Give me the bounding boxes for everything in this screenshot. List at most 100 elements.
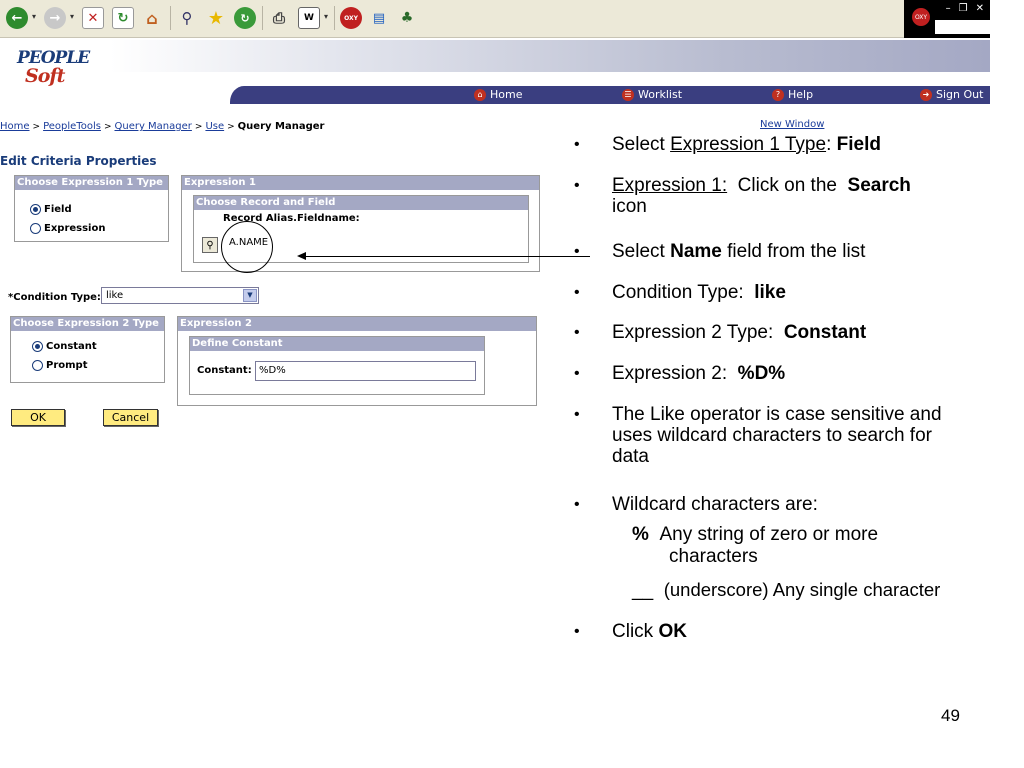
ok-button[interactable]: OK — [11, 409, 65, 426]
right-margin — [990, 0, 1024, 768]
restore-icon[interactable]: ❐ — [959, 3, 968, 14]
breadcrumb-separator: > — [194, 122, 203, 132]
bullet-marker: • — [574, 243, 580, 260]
close-icon[interactable]: ✕ — [976, 3, 984, 14]
bullet-text-line-2: uses wildcard characters to search for — [612, 425, 932, 446]
new-window-link[interactable]: New Window — [760, 119, 824, 130]
wildcard-percent-line-2: characters — [669, 546, 758, 567]
edit-dropdown-icon[interactable]: ▾ — [324, 12, 328, 21]
radio-field[interactable]: Field — [30, 204, 72, 215]
bullet-text-mid: : — [826, 134, 837, 155]
worklist-icon: ☰ — [622, 88, 634, 101]
nav-worklist-label: Worklist — [638, 88, 683, 101]
choose-record-field-heading: Choose Record and Field — [194, 196, 528, 210]
chevron-down-icon[interactable]: ▼ — [243, 289, 257, 302]
bullet-marker: • — [574, 177, 580, 194]
wildcard-percent-symbol: % — [632, 524, 649, 545]
constant-input[interactable]: %D% — [255, 361, 476, 381]
radio-constant[interactable]: Constant — [32, 341, 97, 352]
radio-field-dot[interactable] — [30, 204, 41, 215]
bullet-marker: • — [574, 623, 580, 640]
breadcrumb-query-manager[interactable]: Query Manager — [114, 121, 191, 132]
tool-icon[interactable]: ▤ — [368, 7, 390, 29]
bullet-text: Select Name field from the list — [612, 241, 1016, 262]
expression-2-type-heading: Choose Expression 2 Type — [11, 317, 164, 331]
page-title: Edit Criteria Properties — [0, 154, 157, 168]
radio-prompt[interactable]: Prompt — [32, 360, 88, 371]
pointer-arrow-head — [297, 252, 306, 260]
bullet-marker: • — [574, 136, 580, 153]
back-dropdown-icon[interactable]: ▾ — [32, 12, 36, 21]
bullet-marker: • — [574, 496, 580, 513]
forward-dropdown-icon[interactable]: ▾ — [70, 12, 74, 21]
nav-sign-out-label: Sign Out — [936, 88, 984, 101]
condition-type-select[interactable]: like ▼ — [101, 287, 259, 304]
bullet-text-bold: %D% — [737, 363, 786, 384]
constant-label: Constant: — [197, 365, 252, 376]
radio-prompt-dot[interactable] — [32, 360, 43, 371]
bullet-text-bold: Field — [836, 134, 881, 155]
nav-help-label: Help — [788, 88, 814, 101]
nav-worklist[interactable]: ☰ Worklist — [622, 88, 682, 101]
history-icon[interactable]: ↻ — [234, 7, 256, 29]
toolbar-separator — [262, 6, 263, 30]
share-icon[interactable]: ♣ — [396, 7, 418, 29]
logo-line-2: Soft — [25, 65, 65, 87]
bullet-marker: • — [574, 365, 580, 382]
print-icon[interactable]: ⎙ — [268, 7, 290, 29]
bullet-text-mid: Click on the — [727, 175, 848, 196]
radio-expression-dot[interactable] — [30, 223, 41, 234]
home-icon[interactable]: ⌂ — [141, 7, 163, 29]
stop-icon[interactable]: ✕ — [82, 7, 104, 29]
breadcrumb-peopletools[interactable]: PeopleTools — [43, 121, 101, 132]
breadcrumb-current: Query Manager — [237, 121, 325, 132]
wildcard-underscore: __ (underscore) Any single character — [632, 579, 940, 602]
radio-prompt-label: Prompt — [46, 360, 88, 371]
oxy-logo-icon: OXY — [912, 8, 930, 26]
breadcrumb-home[interactable]: Home — [0, 121, 30, 132]
pointer-arrow-line — [300, 256, 590, 257]
page-number: 49 — [941, 706, 960, 725]
breadcrumb-separator: > — [32, 122, 41, 132]
bullet-text: Expression 2 Type: Constant — [612, 322, 1016, 343]
forward-icon[interactable]: → — [44, 7, 66, 29]
toolbar-separator — [334, 6, 335, 30]
field-search-button[interactable]: ⚲ — [202, 237, 218, 253]
nav-sign-out[interactable]: ➜ Sign Out — [920, 88, 983, 101]
condition-type-label: *Condition Type: — [8, 292, 101, 303]
radio-expression[interactable]: Expression — [30, 223, 105, 234]
oxy-icon[interactable]: OXY — [340, 7, 362, 29]
breadcrumb-use[interactable]: Use — [205, 121, 224, 132]
breadcrumb: Home > PeopleTools > Query Manager > Use > Query… — [0, 121, 324, 132]
help-icon: ? — [772, 88, 784, 101]
bullet-text-bold: OK — [658, 621, 687, 642]
wildcard-underscore-text: (underscore) Any single character — [663, 579, 941, 600]
bullet-marker: • — [574, 324, 580, 341]
wildcard-underscore-symbol: __ — [632, 580, 654, 601]
nav-home[interactable]: ⌂ Home — [474, 88, 522, 101]
bullet-text: Wildcard characters are: — [612, 494, 818, 515]
radio-constant-label: Constant — [46, 341, 97, 352]
refresh-icon[interactable]: ↻ — [112, 7, 134, 29]
bullet-text-pre: Expression 2: — [612, 363, 738, 384]
bullet-text: The Like operator is case sensitive and u… — [612, 404, 1016, 467]
back-icon[interactable]: ← — [6, 7, 28, 29]
condition-type-value: like — [106, 290, 124, 301]
nav-help[interactable]: ? Help — [772, 88, 813, 101]
minimize-icon[interactable]: – — [946, 3, 951, 14]
search-icon[interactable]: ⚲ — [176, 7, 198, 29]
radio-constant-dot[interactable] — [32, 341, 43, 352]
bullet-marker: • — [574, 406, 580, 423]
cancel-button[interactable]: Cancel — [103, 409, 158, 426]
sign-out-icon: ➜ — [920, 88, 932, 101]
bullet-text: Condition Type: like — [612, 282, 1016, 303]
expression-1-type-heading: Choose Expression 1 Type — [15, 176, 168, 190]
bullet-text-pre: Select — [612, 134, 671, 155]
wildcard-percent-line-1: Any string of zero or more — [659, 524, 879, 545]
favorites-icon[interactable]: ★ — [205, 7, 227, 29]
home-icon: ⌂ — [474, 88, 486, 101]
edit-icon[interactable]: W — [298, 7, 320, 29]
peoplesoft-header: PEOPLE Soft ⌂ Home ☰ Worklist ? Help ➜ S… — [0, 38, 990, 104]
bullet-text-line-1: The Like operator is case sensitive and — [612, 404, 942, 425]
bullet-text-link: Expression 1 Type — [670, 134, 827, 155]
